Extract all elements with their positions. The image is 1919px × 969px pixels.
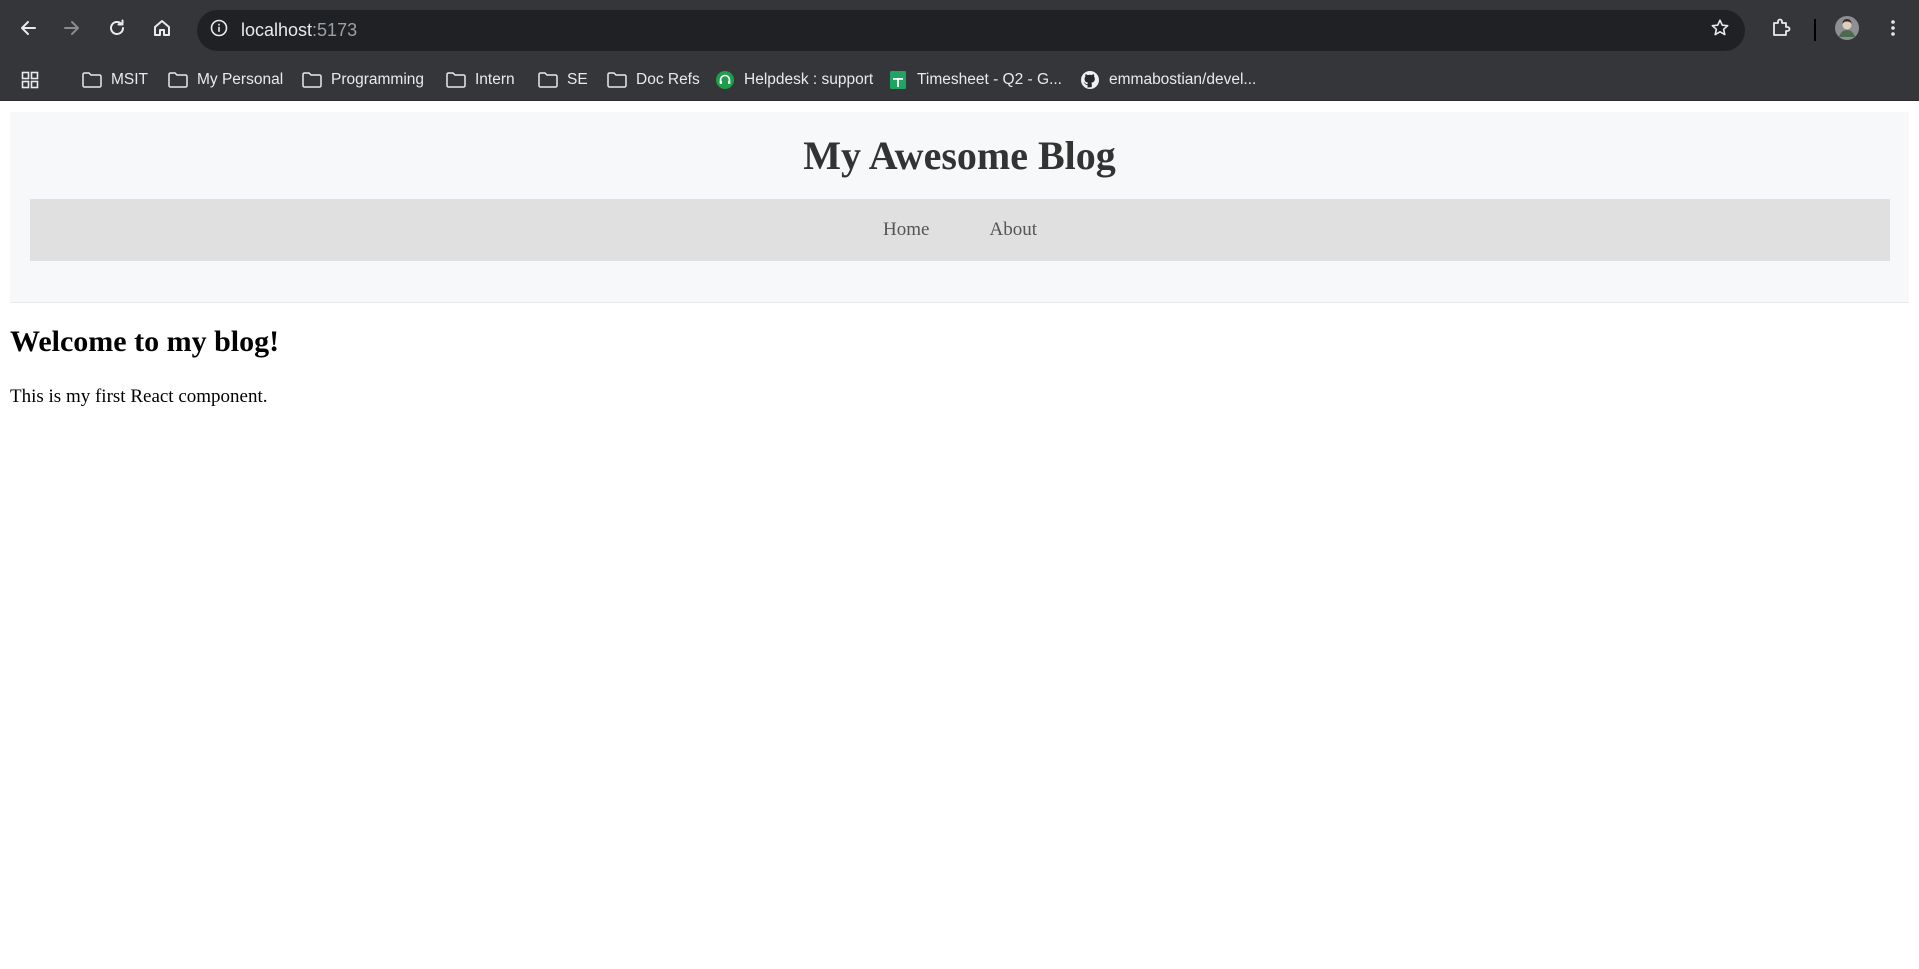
bookmark-label: Helpdesk : support [744,71,874,88]
browser-toolbar: localhost:5173 [0,0,1919,60]
bookmark-label: My Personal [197,71,284,88]
site-header: My Awesome Blog Home About [10,112,1909,303]
bookmark-se[interactable]: SE [538,64,588,96]
folder-icon [607,70,627,90]
info-icon [210,19,228,42]
folder-icon [302,70,322,90]
folder-icon [538,70,558,90]
bookmark-label: SE [567,71,588,88]
bookmark-github[interactable]: emmabostian/devel... [1080,64,1256,96]
browser-menu-button[interactable] [1876,11,1910,45]
site-nav: Home About [30,199,1890,261]
bookmark-label: Timesheet - Q2 - G... [917,71,1062,88]
extensions-button[interactable] [1764,11,1798,45]
profile-button[interactable] [1830,11,1864,45]
bookmark-my-personal[interactable]: My Personal [168,64,283,96]
bookmark-timesheet[interactable]: Timesheet - Q2 - G... [888,64,1062,96]
home-button[interactable] [145,11,179,45]
bookmark-programming[interactable]: Programming [302,64,424,96]
home-icon [152,18,172,38]
bookmark-helpdesk[interactable]: Helpdesk : support [715,64,873,96]
nav-link-about[interactable]: About [989,219,1037,241]
helpdesk-icon [715,70,735,90]
url-text[interactable]: localhost:5173 [241,10,357,51]
bookmark-star-button[interactable] [1707,18,1732,43]
vertical-dots-icon [1883,18,1903,38]
url-port: :5173 [312,20,358,40]
sheets-icon [888,70,908,90]
apps-grid-icon [20,70,40,90]
bookmarks-bar: MSIT My Personal Programming Intern SE D… [0,60,1919,101]
bookmark-msit[interactable]: MSIT [82,64,148,96]
nav-link-home[interactable]: Home [883,219,929,241]
avatar [1834,15,1860,41]
bookmark-doc-refs[interactable]: Doc Refs [607,64,700,96]
folder-icon [82,70,102,90]
intro-paragraph: This is my first React component. [10,386,268,407]
forward-button[interactable] [55,11,89,45]
bookmark-label: emmabostian/devel... [1109,71,1257,88]
bookmark-label: Doc Refs [636,71,700,88]
reload-button[interactable] [100,11,134,45]
url-host: localhost [241,20,313,40]
bookmark-intern[interactable]: Intern [446,64,515,96]
address-bar[interactable]: localhost:5173 [197,10,1745,51]
apps-button[interactable] [20,64,49,96]
site-title: My Awesome Blog [803,133,1116,178]
arrow-left-icon [18,18,38,38]
star-icon [1710,18,1730,43]
page-content: My Awesome Blog Home About Welcome to my… [0,101,1919,969]
bookmark-label: Programming [331,71,425,88]
back-button[interactable] [11,11,45,45]
folder-icon [168,70,188,90]
page-heading: Welcome to my blog! [10,325,280,358]
arrow-right-icon [62,18,82,38]
bookmark-label: MSIT [111,71,149,88]
github-icon [1080,70,1100,90]
puzzle-icon [1770,17,1792,39]
folder-icon [446,70,466,90]
bookmark-label: Intern [475,71,515,88]
reload-icon [107,18,127,38]
toolbar-divider [1814,19,1816,41]
site-info-button[interactable] [204,16,233,45]
